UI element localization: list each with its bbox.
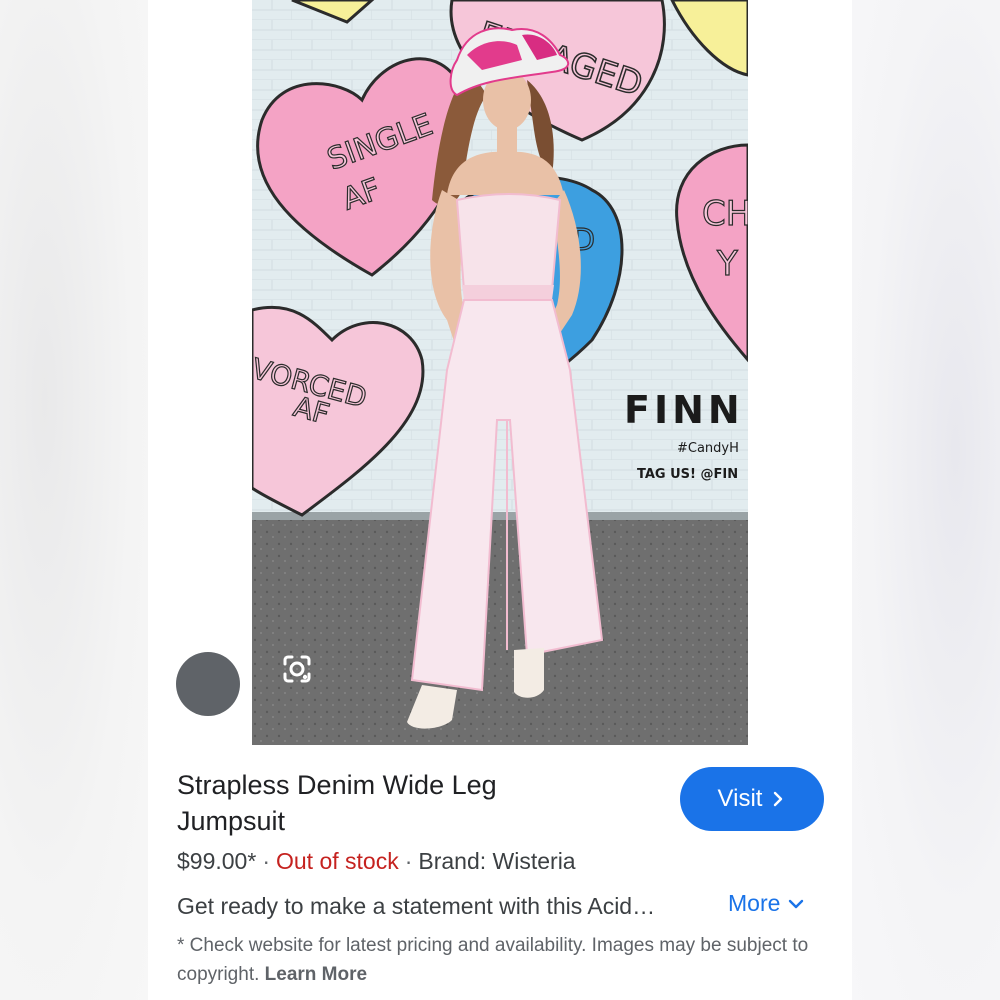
chevron-down-icon <box>789 899 804 908</box>
visit-label: Visit <box>717 785 763 812</box>
more-label: More <box>728 890 781 916</box>
separator-dot: · <box>262 848 270 874</box>
background-blur-right <box>852 0 1000 1000</box>
learn-more-link[interactable]: Learn More <box>265 964 367 985</box>
product-title[interactable]: Strapless Denim Wide Leg Jumpsuit <box>177 767 597 839</box>
google-lens-icon <box>283 655 311 683</box>
svg-text:Y: Y <box>716 244 738 284</box>
google-lens-button[interactable] <box>176 652 311 716</box>
price: $99.00* <box>177 848 257 874</box>
svg-text:CH: CH <box>702 194 748 234</box>
brand: Brand: Wisteria <box>418 848 576 874</box>
mural-sign: FINN <box>624 388 744 432</box>
background-blur-left <box>0 0 148 1000</box>
stock-status: Out of stock <box>275 848 399 874</box>
visit-button[interactable]: Visit <box>680 767 824 831</box>
mural-tag: TAG US! @FIN <box>637 467 738 482</box>
product-info: Strapless Denim Wide Leg Jumpsuit Visit … <box>148 745 852 1000</box>
mural-hashtag: #CandyH <box>677 441 739 456</box>
product-image[interactable]: ENGAGED SINGLE AF D CH Y IVORCED <box>148 0 852 745</box>
disclaimer: * Check website for latest pricing and a… <box>177 931 817 989</box>
asphalt-ground <box>252 515 748 745</box>
product-description: Get ready to make a statement with this … <box>177 893 656 919</box>
chevron-right-icon <box>774 791 783 807</box>
product-photo: ENGAGED SINGLE AF D CH Y IVORCED <box>252 0 748 745</box>
more-button[interactable]: More <box>728 890 806 917</box>
price-line: $99.00* · Out of stock · Brand: Wisteria <box>177 848 576 875</box>
separator-dot: · <box>404 848 413 874</box>
product-card: ENGAGED SINGLE AF D CH Y IVORCED <box>148 0 852 1000</box>
